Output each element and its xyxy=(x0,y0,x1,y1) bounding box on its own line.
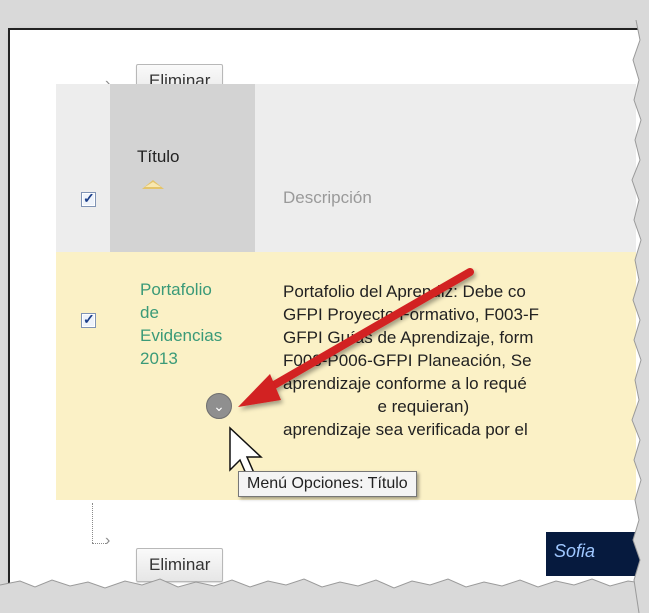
torn-edge-right xyxy=(631,20,649,613)
red-arrow-icon xyxy=(238,268,474,407)
annotation-layer xyxy=(229,268,474,477)
connector-arrow-icon: › xyxy=(105,532,111,549)
tree-connector-bottom-h xyxy=(92,543,106,544)
options-tooltip: Menú Opciones: Título xyxy=(238,471,417,497)
torn-edge-bottom xyxy=(0,578,649,613)
tree-connector-bottom xyxy=(92,503,93,543)
mouse-cursor-icon xyxy=(229,426,263,477)
